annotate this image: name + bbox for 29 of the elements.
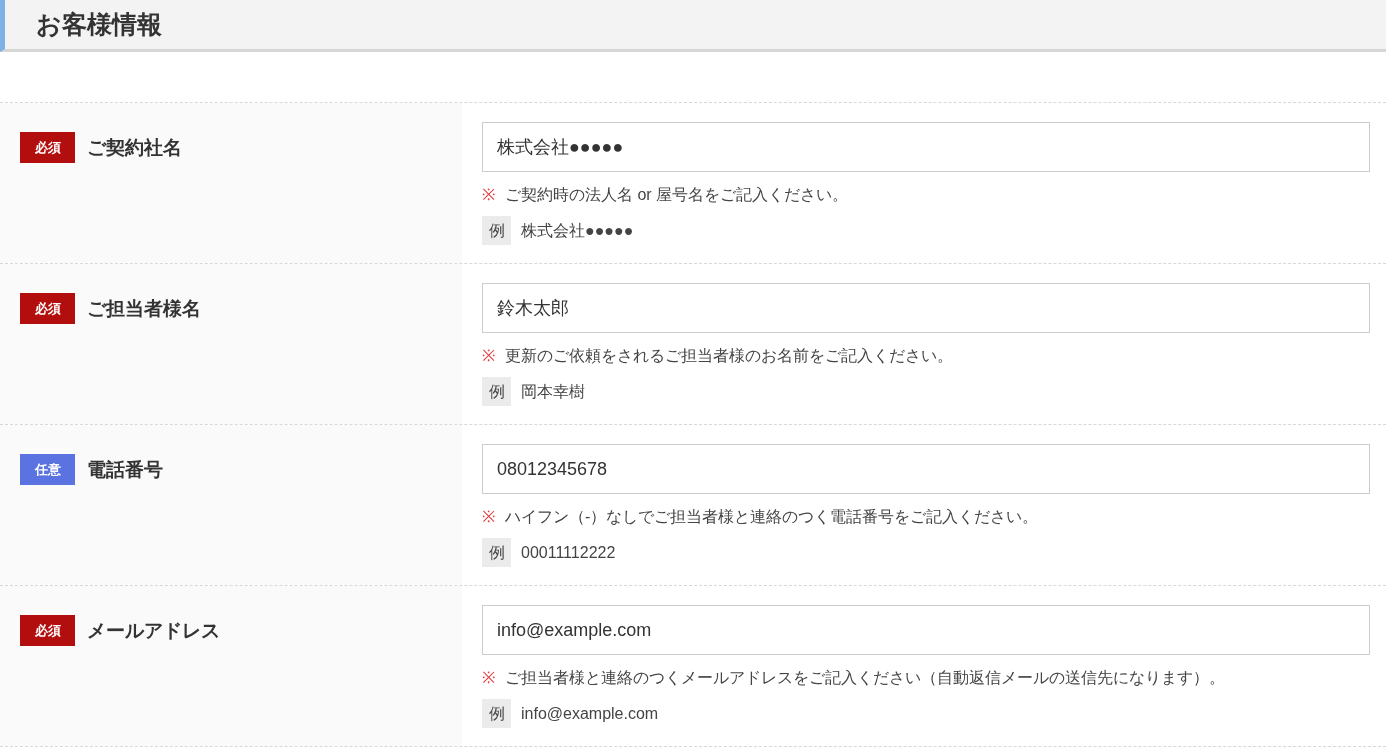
section-title: お客様情報 — [36, 8, 162, 40]
field-label: ご契約社名 — [87, 136, 182, 160]
example-text: 00011112222 — [521, 542, 616, 563]
note-text: 更新のご依頼をされるご担当者様のお名前をご記入ください。 — [505, 346, 953, 366]
note-text: ご契約時の法人名 or 屋号名をご記入ください。 — [505, 185, 849, 205]
note-mark: ※ — [482, 668, 495, 688]
note-mark: ※ — [482, 507, 495, 527]
requirement-badge: 任意 — [20, 454, 75, 485]
note-mark: ※ — [482, 185, 495, 205]
requirement-badge: 必須 — [20, 293, 75, 324]
text-input[interactable]: info@example.com — [482, 605, 1370, 655]
text-input[interactable]: 鈴木太郎 — [482, 283, 1370, 333]
example-label: 例 — [482, 377, 511, 406]
note-mark: ※ — [482, 346, 495, 366]
example-text: 岡本幸樹 — [521, 381, 585, 402]
example-text: 株式会社●●●●● — [521, 220, 634, 241]
field-label: ご担当者様名 — [87, 297, 201, 321]
example-label: 例 — [482, 699, 511, 728]
field-label: メールアドレス — [87, 619, 220, 643]
example-label: 例 — [482, 538, 511, 567]
field-label: 電話番号 — [87, 458, 163, 482]
requirement-badge: 必須 — [20, 132, 75, 163]
note-text: ご担当者様と連絡のつくメールアドレスをご記入ください（自動返信メールの送信先になります）。 — [505, 668, 1225, 688]
text-input[interactable]: 株式会社●●●●● — [482, 122, 1370, 172]
example-label: 例 — [482, 216, 511, 245]
example-text: info@example.com — [521, 703, 659, 724]
text-input[interactable]: 08012345678 — [482, 444, 1370, 494]
requirement-badge: 必須 — [20, 615, 75, 646]
note-text: ハイフン（-）なしでご担当者様と連絡のつく電話番号をご記入ください。 — [505, 507, 1039, 527]
